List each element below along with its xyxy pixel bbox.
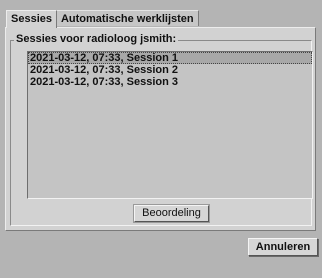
- session-list-item[interactable]: 2021-03-12, 07:33, Session 1: [28, 52, 312, 64]
- session-list-item[interactable]: 2021-03-12, 07:33, Session 2: [28, 64, 312, 76]
- sessions-group-title: Sessies voor radioloog jsmith:: [14, 32, 179, 46]
- sessions-dialog: Sessies Automatische werklijsten Sessies…: [0, 0, 322, 278]
- review-button[interactable]: Beoordeling: [134, 205, 209, 222]
- session-list-item[interactable]: 2021-03-12, 07:33, Session 3: [28, 76, 312, 88]
- tab-automatische-werklijsten[interactable]: Automatische werklijsten: [56, 10, 199, 26]
- sessions-list[interactable]: 2021-03-12, 07:33, Session 1 2021-03-12,…: [27, 51, 313, 199]
- tab-sessies[interactable]: Sessies: [6, 10, 57, 28]
- tab-bar: Sessies Automatische werklijsten: [6, 10, 199, 28]
- cancel-button[interactable]: Annuleren: [248, 238, 318, 256]
